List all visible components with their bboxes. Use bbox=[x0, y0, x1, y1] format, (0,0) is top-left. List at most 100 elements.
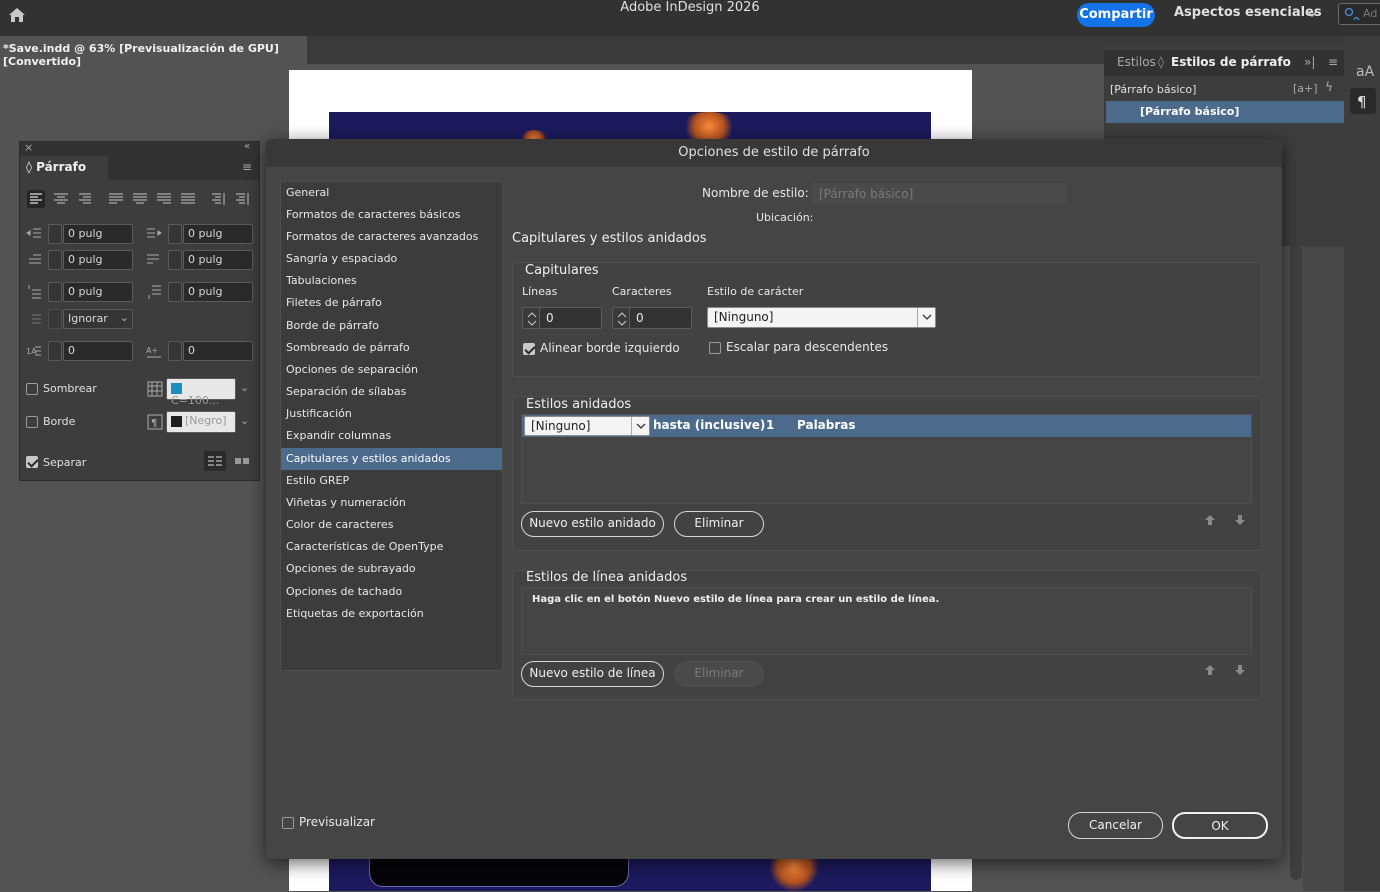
arrow-down-icon[interactable] bbox=[1234, 514, 1246, 526]
category-item-selected[interactable]: Capitulares y estilos anidados bbox=[281, 448, 502, 470]
last-line-indent-stepper[interactable] bbox=[168, 250, 182, 270]
collapse-icon[interactable]: « bbox=[244, 141, 250, 152]
justify-center-button[interactable] bbox=[131, 190, 149, 208]
align-left-edge-checkbox[interactable] bbox=[523, 343, 535, 355]
justify-left-button[interactable] bbox=[107, 190, 125, 208]
chevron-down-icon[interactable]: ⌄ bbox=[240, 381, 249, 394]
left-indent-field[interactable]: 0 pulg bbox=[63, 224, 133, 244]
category-item[interactable]: Formatos de caracteres avanzados bbox=[281, 226, 502, 248]
search-input[interactable]: Ad bbox=[1338, 3, 1380, 25]
lightning-icon[interactable]: ϟ bbox=[1325, 80, 1333, 94]
share-button[interactable]: Compartir bbox=[1077, 3, 1155, 27]
category-item[interactable]: Opciones de subrayado bbox=[281, 558, 502, 580]
lines-field[interactable]: 0 bbox=[539, 307, 602, 329]
space-before-stepper[interactable] bbox=[48, 282, 62, 302]
justify-right-button[interactable] bbox=[155, 190, 173, 208]
tab-paragraph[interactable]: ◊ Párrafo bbox=[20, 156, 108, 180]
category-item[interactable]: Justificación bbox=[281, 403, 502, 425]
justify-all-button[interactable] bbox=[179, 190, 197, 208]
first-line-indent-field[interactable]: 0 pulg bbox=[63, 250, 133, 270]
panel-menu-icon[interactable]: ≡ bbox=[242, 160, 252, 174]
align-to-grid-select[interactable]: Ignorar ⌄ bbox=[63, 309, 133, 329]
arrow-up-icon[interactable] bbox=[1204, 664, 1216, 676]
close-icon[interactable]: × bbox=[24, 141, 33, 154]
align-center-button[interactable] bbox=[52, 190, 70, 208]
nested-style-unit[interactable]: Palabras bbox=[797, 418, 856, 432]
align-right-button[interactable] bbox=[76, 190, 94, 208]
tab-paragraph-styles[interactable]: Estilos de párrafo bbox=[1171, 55, 1291, 69]
new-nested-style-button[interactable]: Nuevo estilo anidado bbox=[521, 511, 664, 537]
left-indent-stepper[interactable] bbox=[48, 224, 62, 244]
preview-checkbox[interactable] bbox=[282, 817, 294, 829]
new-style-from-selection-icon[interactable]: [a+] bbox=[1293, 82, 1318, 95]
space-after-stepper[interactable] bbox=[168, 282, 182, 302]
last-line-indent-field[interactable]: 0 pulg bbox=[183, 250, 253, 270]
category-item[interactable]: Opciones de separación bbox=[281, 359, 502, 381]
right-indent-stepper[interactable] bbox=[168, 224, 182, 244]
category-item[interactable]: Expandir columnas bbox=[281, 425, 502, 447]
shading-color-field[interactable]: C=100... bbox=[166, 378, 236, 407]
category-item[interactable]: Borde de párrafo bbox=[281, 315, 502, 337]
tab-styles[interactable]: Estilos bbox=[1117, 55, 1156, 69]
scale-descenders-checkbox[interactable] bbox=[709, 342, 721, 354]
new-line-style-button[interactable]: Nuevo estilo de línea bbox=[521, 661, 664, 687]
delete-line-style-button[interactable]: Eliminar bbox=[674, 661, 764, 687]
nested-style-row[interactable]: [Ninguno] hasta (inclusive) 1 Palabras bbox=[522, 415, 1251, 437]
category-item[interactable]: Separación de sílabas bbox=[281, 381, 502, 403]
panel-menu-icon[interactable]: ≡ bbox=[1328, 55, 1338, 69]
category-item[interactable]: Sangría y espaciado bbox=[281, 248, 502, 270]
arrow-down-icon[interactable] bbox=[1234, 664, 1246, 676]
space-after-field[interactable]: 0 pulg bbox=[183, 282, 253, 302]
space-before-field[interactable]: 0 pulg bbox=[63, 282, 133, 302]
align-away-spine-button[interactable] bbox=[233, 190, 251, 208]
category-item[interactable]: Opciones de tachado bbox=[281, 581, 502, 603]
category-item[interactable]: Formatos de caracteres básicos bbox=[281, 204, 502, 226]
shading-swatch-icon[interactable] bbox=[147, 381, 163, 397]
category-item[interactable]: General bbox=[281, 182, 502, 204]
style-name-field[interactable]: [Párrafo básico] bbox=[812, 183, 1066, 204]
workspace-switcher[interactable]: Aspectos esenciales bbox=[1174, 5, 1322, 20]
nested-style-select[interactable]: [Ninguno] bbox=[524, 416, 650, 436]
category-item[interactable]: Tabulaciones bbox=[281, 270, 502, 292]
category-item[interactable]: Características de OpenType bbox=[281, 536, 502, 558]
border-checkbox[interactable] bbox=[26, 416, 38, 428]
category-item[interactable]: Color de caracteres bbox=[281, 514, 502, 536]
split-columns-icon[interactable] bbox=[232, 451, 252, 471]
ok-button[interactable]: OK bbox=[1172, 812, 1268, 839]
characters-stepper[interactable] bbox=[612, 307, 630, 329]
first-line-indent-stepper[interactable] bbox=[48, 250, 62, 270]
dropcap-lines-field[interactable]: 0 bbox=[63, 341, 133, 361]
dropcap-lines-stepper[interactable] bbox=[48, 341, 62, 361]
category-item[interactable]: Estilo GREP bbox=[281, 470, 502, 492]
chevron-down-icon[interactable]: ⌄ bbox=[240, 414, 249, 427]
right-indent-field[interactable]: 0 pulg bbox=[183, 224, 253, 244]
align-towards-spine-button[interactable] bbox=[209, 190, 227, 208]
category-item[interactable]: Viñetas y numeración bbox=[281, 492, 502, 514]
align-left-button[interactable] bbox=[27, 190, 45, 208]
paragraph-border-icon[interactable]: ¶ bbox=[147, 414, 163, 430]
dropcap-chars-field[interactable]: 0 bbox=[183, 341, 253, 361]
cancel-button[interactable]: Cancelar bbox=[1068, 812, 1163, 839]
paragraph-styles-icon[interactable]: ¶ bbox=[1350, 88, 1376, 114]
category-item[interactable]: Etiquetas de exportación bbox=[281, 603, 502, 625]
nested-style-count[interactable]: 1 bbox=[766, 418, 774, 432]
split-checkbox[interactable] bbox=[26, 456, 38, 468]
nested-style-mode[interactable]: hasta (inclusive) bbox=[653, 418, 765, 432]
char-style-select[interactable]: [Ninguno] bbox=[707, 307, 936, 328]
delete-nested-style-button[interactable]: Eliminar bbox=[674, 511, 764, 537]
category-item[interactable]: Sombreado de párrafo bbox=[281, 337, 502, 359]
panel-expand-icon[interactable]: »| bbox=[1304, 55, 1315, 69]
category-item[interactable]: Filetes de párrafo bbox=[281, 292, 502, 314]
shading-checkbox[interactable] bbox=[26, 383, 38, 395]
lines-stepper[interactable] bbox=[522, 307, 540, 329]
span-columns-icon[interactable] bbox=[204, 451, 226, 471]
chevron-down-icon[interactable] bbox=[1306, 8, 1318, 20]
dropcap-chars-stepper[interactable] bbox=[168, 341, 182, 361]
character-styles-icon[interactable]: aA bbox=[1354, 60, 1376, 82]
border-color-field[interactable]: [Negro] bbox=[166, 411, 236, 433]
vertical-scrollbar[interactable] bbox=[1290, 240, 1302, 880]
document-tab[interactable]: *Save.indd @ 63% [Previsualización de GP… bbox=[0, 36, 307, 68]
style-list-item[interactable]: [Párrafo básico] bbox=[1106, 101, 1344, 123]
arrow-up-icon[interactable] bbox=[1204, 514, 1216, 526]
align-to-grid-stepper[interactable] bbox=[48, 309, 62, 329]
